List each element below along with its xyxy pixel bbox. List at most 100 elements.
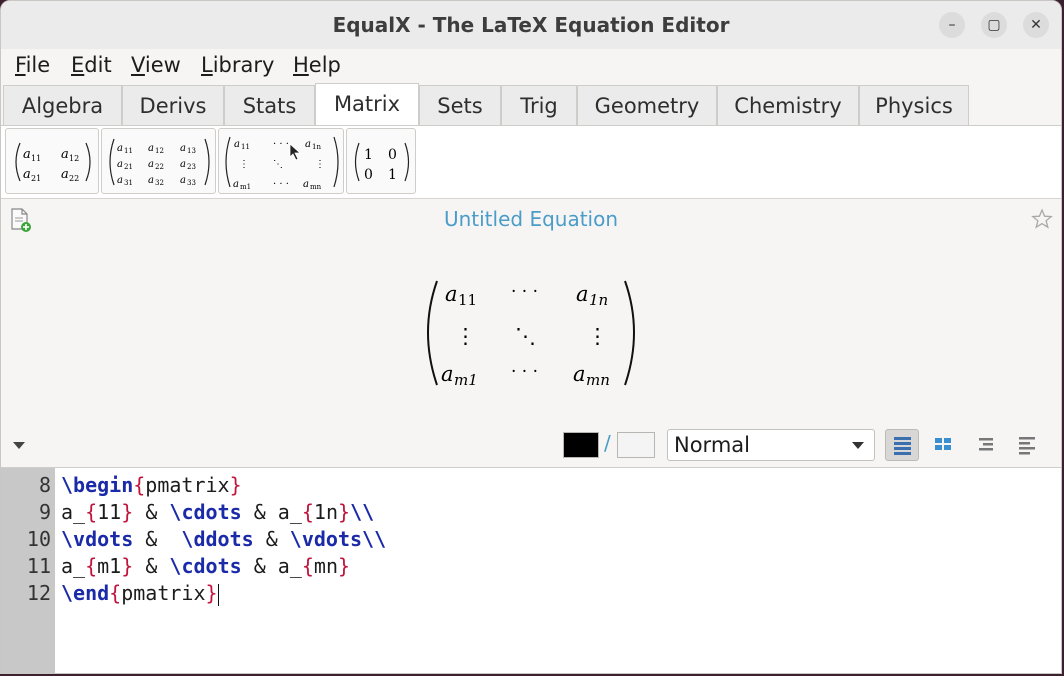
m3-s12: 12: [155, 147, 164, 155]
m3-s32: 32: [155, 179, 164, 187]
mg-a11: a: [234, 139, 240, 150]
id-12: 0: [388, 147, 397, 163]
align-left-button[interactable]: [1011, 429, 1045, 461]
m2-s12: 12: [69, 154, 79, 163]
collapse-arrow-icon[interactable]: [13, 442, 25, 449]
matrix-mxn-button[interactable]: a 11 · · · a 1n ⋮ ⋱ ⋮ a m1 · · · a mn: [218, 128, 344, 194]
window-title: EqualX - The LaTeX Equation Editor: [332, 13, 730, 37]
eq-a1n: a: [576, 282, 589, 306]
eq-cdots-top: · · ·: [511, 282, 538, 302]
m3-a23: a: [180, 159, 186, 170]
eq-s1n: 1n: [589, 291, 608, 309]
eq-ddots: ⋱: [515, 324, 536, 348]
mg-vdots-right: ⋮: [315, 159, 325, 170]
line-number: 11: [26, 554, 51, 578]
m3-a22: a: [148, 159, 154, 170]
m2-a12: a: [61, 147, 69, 162]
eq-smn: mn: [586, 371, 610, 389]
grid-layout-button[interactable]: [927, 429, 961, 461]
tab-matrix[interactable]: Matrix: [315, 83, 419, 126]
chevron-down-icon: [852, 442, 864, 449]
m2-s21: 21: [31, 174, 41, 183]
m3-a11: a: [117, 143, 123, 154]
line-number: 10: [26, 527, 51, 551]
m2-a21: a: [23, 167, 31, 182]
tab-chemistry[interactable]: Chemistry: [717, 85, 859, 125]
mg-amn: a: [303, 179, 309, 190]
menu-view-mnemonic: V: [131, 53, 145, 77]
mg-sm1: m1: [240, 183, 251, 191]
eq-amn: a: [573, 362, 586, 386]
menu-edit[interactable]: Edit: [71, 53, 112, 77]
menu-help[interactable]: Help: [293, 53, 341, 77]
tab-algebra[interactable]: Algebra: [3, 85, 122, 125]
tab-derivs[interactable]: Derivs: [122, 85, 224, 125]
menu-file[interactable]: File: [15, 53, 50, 77]
code-line: a_{m1} & \cdots & a_{mn}: [61, 554, 351, 578]
line-number: 8: [38, 473, 51, 497]
display-mode-button[interactable]: [885, 429, 919, 461]
category-tabs: Algebra Derivs Stats Matrix Sets Trig Ge…: [3, 83, 1059, 126]
menu-view-label: iew: [144, 53, 181, 77]
identity-matrix-button[interactable]: 1 0 0 1: [346, 128, 416, 194]
code-line: \vdots & \ddots & \vdots\\: [61, 527, 387, 551]
eq-sm1: m1: [454, 371, 478, 389]
foreground-color-button[interactable]: [563, 432, 599, 458]
tab-geometry[interactable]: Geometry: [577, 85, 717, 125]
m3-s21: 21: [124, 163, 133, 171]
equation-preview: Untitled Equation a 11 · · · a 1n ⋮ ⋱ ⋮ …: [1, 199, 1061, 427]
eq-vdots-right: ⋮: [587, 324, 608, 348]
mg-am1: a: [233, 179, 239, 190]
m3-a21: a: [117, 159, 123, 170]
latex-editor[interactable]: 8 9 10 11 12 \begin{pmatrix} a_{11} & \c…: [1, 467, 1061, 673]
m3-a32: a: [148, 175, 154, 186]
menu-view[interactable]: View: [131, 53, 181, 77]
m2-s22: 22: [69, 174, 79, 183]
app-window: EqualX - The LaTeX Equation Editor – ▢ ✕…: [0, 0, 1062, 674]
mg-smn: mn: [310, 183, 322, 191]
menu-help-label: elp: [308, 53, 341, 77]
matrix-3x3-button[interactable]: a 11 a 12 a 13 a 21 a 22 a 23 a 31 a 32 a 33: [101, 128, 216, 194]
tab-physics[interactable]: Physics: [859, 85, 969, 125]
mg-a1n: a: [305, 139, 311, 150]
line-number: 12: [26, 581, 51, 605]
tab-stats[interactable]: Stats: [224, 85, 315, 125]
menu-file-mnemonic: F: [15, 53, 26, 77]
matrix-2x2-button[interactable]: a 11 a 12 a 21 a 22: [5, 128, 99, 194]
eq-cdots-bottom: · · ·: [511, 362, 538, 382]
menu-bar: File Edit View Library Help: [1, 49, 1061, 81]
maximize-button[interactable]: ▢: [981, 12, 1007, 38]
line-number-gutter: 8 9 10 11 12: [1, 468, 55, 673]
mg-ddots: ⋱: [273, 159, 283, 170]
id-22: 1: [388, 167, 397, 183]
close-button[interactable]: ✕: [1023, 12, 1049, 38]
color-separator: /: [604, 431, 611, 455]
title-bar: EqualX - The LaTeX Equation Editor – ▢ ✕: [1, 1, 1061, 50]
align-right-button[interactable]: [969, 429, 1003, 461]
environment-select[interactable]: Normal: [667, 429, 875, 461]
matrix-palette: a 11 a 12 a 21 a 22 a 11 a 12 a 13 a 21 a 22: [1, 126, 1061, 198]
mouse-pointer-icon: [289, 143, 302, 161]
tab-trig[interactable]: Trig: [501, 85, 577, 125]
eq-a11: a: [445, 282, 458, 306]
favorite-star-icon[interactable]: [1031, 208, 1053, 230]
equation-title[interactable]: Untitled Equation: [1, 207, 1061, 231]
menu-edit-label: dit: [84, 53, 112, 77]
mg-cdots-bottom: · · ·: [273, 179, 289, 190]
minimize-button[interactable]: –: [939, 12, 965, 38]
id-21: 0: [364, 167, 373, 183]
m3-s22: 22: [155, 163, 164, 171]
menu-library-label: ibrary: [212, 53, 275, 77]
m3-s23: 23: [187, 163, 196, 171]
m3-a33: a: [180, 175, 186, 186]
menu-library[interactable]: Library: [201, 53, 274, 77]
tab-sets[interactable]: Sets: [419, 85, 501, 125]
eq-s11: 11: [458, 291, 477, 309]
m3-a31: a: [117, 175, 123, 186]
code-line: \end{pmatrix}: [61, 581, 219, 606]
m3-a13: a: [180, 143, 186, 154]
background-color-button[interactable]: [617, 432, 655, 458]
menu-edit-mnemonic: E: [71, 53, 85, 77]
m3-s33: 33: [187, 179, 196, 187]
m2-a11: a: [23, 147, 31, 162]
